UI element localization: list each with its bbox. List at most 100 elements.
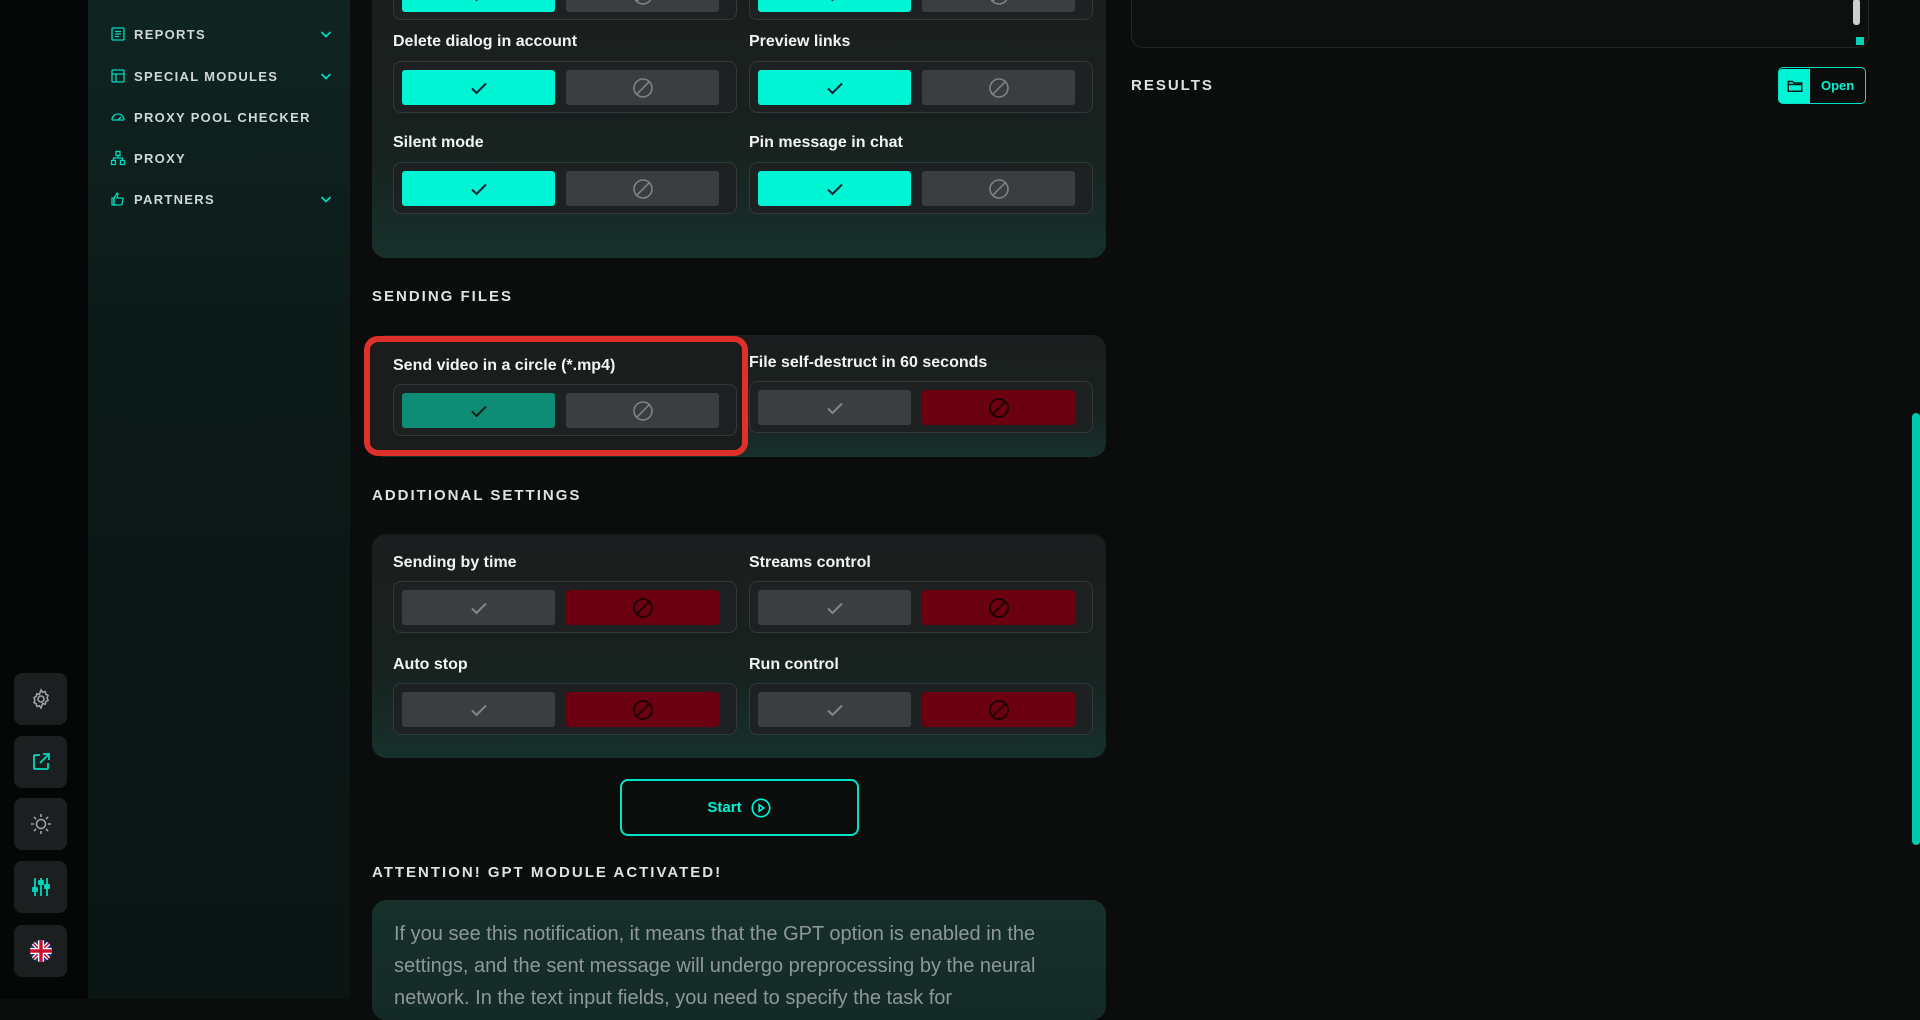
sidebar-item-partners[interactable]: PARTNERS	[110, 187, 334, 211]
message-options-card: Delete dialog in account Preview links S…	[372, 0, 1106, 258]
theme-button[interactable]	[14, 798, 67, 850]
enable-button[interactable]	[758, 0, 911, 12]
disable-button[interactable]	[922, 590, 1075, 625]
report-icon	[111, 27, 125, 41]
disable-button[interactable]	[566, 171, 719, 206]
toggle-partial-left	[393, 0, 737, 20]
start-label: Start	[707, 799, 742, 816]
check-icon	[831, 0, 833, 1]
check-icon	[826, 602, 843, 614]
language-button[interactable]	[14, 925, 67, 977]
gauge-icon	[111, 113, 125, 121]
sidebar-item-label: PROXY	[134, 150, 187, 166]
gpt-notice-text: If you see this notification, it means t…	[394, 923, 1036, 1009]
file-self-destruct-toggle	[749, 381, 1093, 433]
sidebar-item-proxy[interactable]: PROXY	[110, 146, 334, 170]
sidebar-item-proxy-pool-checker[interactable]: PROXY POOL CHECKER	[110, 105, 334, 129]
results-title: RESULTS	[1131, 77, 1214, 94]
option-label: Sending by time	[393, 554, 517, 571]
disable-button[interactable]	[566, 70, 719, 105]
check-icon	[826, 82, 843, 94]
disable-button[interactable]	[566, 692, 719, 727]
check-icon	[470, 602, 487, 614]
sliders-icon	[31, 878, 50, 896]
ban-icon	[988, 178, 1009, 199]
option-label: Delete dialog in account	[393, 33, 578, 50]
check-icon	[470, 183, 487, 195]
disable-button[interactable]	[922, 0, 1075, 12]
section-title-sending-files: SENDING FILES	[372, 288, 514, 305]
external-link-icon	[32, 753, 50, 770]
enable-button[interactable]	[402, 70, 555, 105]
enable-button[interactable]	[402, 692, 555, 727]
theme-icon	[30, 814, 51, 834]
check-icon	[470, 405, 487, 417]
enable-button[interactable]	[402, 393, 555, 428]
send-video-circle-toggle	[393, 384, 737, 436]
enable-button[interactable]	[402, 0, 555, 12]
enable-button[interactable]	[758, 692, 911, 727]
enable-button[interactable]	[758, 390, 911, 425]
modules-icon	[111, 69, 125, 83]
ban-icon	[988, 597, 1009, 618]
check-icon	[826, 183, 843, 195]
check-icon	[470, 82, 487, 94]
folder-icon-box	[1779, 68, 1810, 103]
start-button[interactable]: Start	[620, 779, 859, 836]
folder-icon	[1787, 80, 1802, 92]
chevron-down-icon	[320, 196, 332, 203]
auto-stop-toggle	[393, 683, 737, 735]
disable-button[interactable]	[922, 692, 1075, 727]
enable-button[interactable]	[758, 70, 911, 105]
ban-icon	[632, 77, 653, 98]
settings-button[interactable]	[14, 673, 67, 725]
resize-handle[interactable]	[1856, 37, 1864, 45]
enable-button[interactable]	[758, 171, 911, 206]
gpt-notice-title: ATTENTION! GPT MODULE ACTIVATED!	[372, 864, 723, 881]
disable-button[interactable]	[922, 390, 1075, 425]
external-link-button[interactable]	[14, 736, 67, 788]
highlight-box: Send video in a circle (*.mp4)	[364, 336, 748, 456]
additional-settings-card: Sending by time Streams control Auto sto…	[372, 534, 1106, 758]
disable-button[interactable]	[922, 70, 1075, 105]
ban-icon	[634, 0, 651, 5]
textarea-scrollbar[interactable]	[1853, 0, 1860, 25]
ban-icon	[990, 0, 1007, 5]
ban-icon	[632, 597, 653, 618]
disable-button[interactable]	[566, 0, 719, 12]
enable-button[interactable]	[402, 590, 555, 625]
sidebar-item-special-modules[interactable]: SPECIAL MODULES	[110, 64, 334, 88]
chevron-down-icon	[320, 73, 332, 80]
sidebar-item-reports[interactable]: REPORTS	[110, 22, 334, 46]
sidebar-item-label: PROXY POOL CHECKER	[134, 109, 311, 125]
page-scrollbar[interactable]	[1912, 413, 1920, 845]
ban-icon	[988, 699, 1009, 720]
sliders-button[interactable]	[14, 861, 67, 913]
left-rail	[0, 0, 88, 999]
option-label: Send video in a circle (*.mp4)	[393, 357, 616, 374]
ban-icon	[632, 178, 653, 199]
ban-icon	[988, 397, 1009, 418]
open-results-button[interactable]: Open	[1778, 67, 1866, 104]
option-label: Silent mode	[393, 134, 484, 151]
disable-button[interactable]	[922, 171, 1075, 206]
enable-button[interactable]	[758, 590, 911, 625]
partners-icon	[111, 191, 124, 206]
enable-button[interactable]	[402, 171, 555, 206]
check-icon	[475, 0, 477, 1]
delete-dialog-toggle	[393, 61, 737, 113]
ban-icon	[632, 699, 653, 720]
silent-mode-toggle	[393, 162, 737, 214]
disable-button[interactable]	[566, 393, 719, 428]
check-icon	[826, 704, 843, 716]
option-label: Pin message in chat	[749, 134, 903, 151]
disable-button[interactable]	[566, 590, 719, 625]
section-title-additional-settings: ADDITIONAL SETTINGS	[372, 487, 582, 504]
ban-icon	[632, 400, 653, 421]
sidebar-item-label: REPORTS	[134, 26, 206, 42]
network-icon	[110, 150, 126, 166]
results-textarea[interactable]	[1131, 0, 1869, 48]
run-control-toggle	[749, 683, 1093, 735]
option-label: File self-destruct in 60 seconds	[749, 354, 988, 371]
open-label: Open	[1821, 78, 1855, 93]
